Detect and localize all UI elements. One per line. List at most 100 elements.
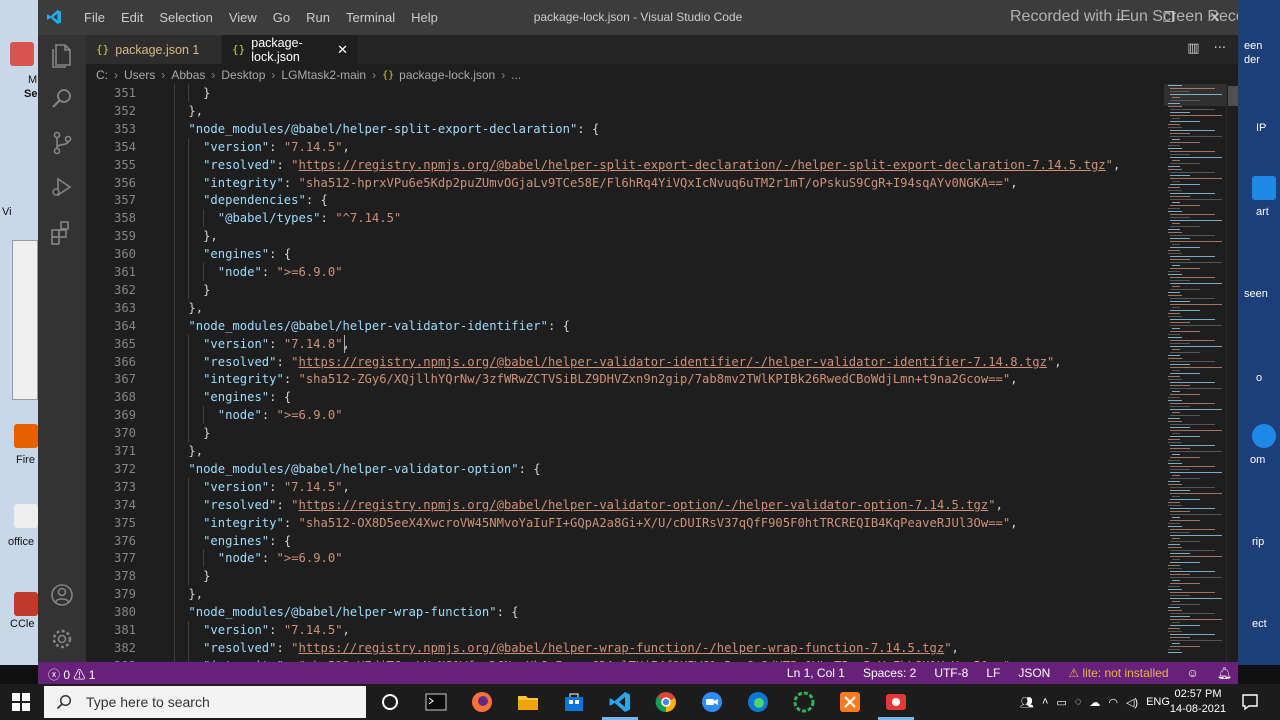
cursor-position[interactable]: Ln 1, Col 1 xyxy=(787,666,845,680)
url-link[interactable]: https://registry.npmjs.org/@babel/helper… xyxy=(299,498,989,512)
status-left[interactable]: ⓧ 0 ⚠ 1 xyxy=(48,666,95,683)
extension-status[interactable]: ⚠ lite: not installed xyxy=(1068,666,1168,680)
code-line[interactable]: 372 "node_modules/@babel/helper-validator… xyxy=(86,459,1226,478)
code-line[interactable]: 366 "resolved": "https://registry.npmjs.o… xyxy=(86,352,1226,371)
code-line[interactable]: 380 "node_modules/@babel/helper-wrap-func… xyxy=(86,603,1226,622)
code-line[interactable]: 368 "engines": { xyxy=(86,388,1226,407)
code-line[interactable]: 363}, xyxy=(86,298,1226,317)
cortana-icon[interactable] xyxy=(378,690,402,714)
code-line[interactable]: 351} xyxy=(86,84,1226,102)
input-language[interactable]: ENG xyxy=(1146,696,1170,708)
menu-terminal[interactable]: Terminal xyxy=(338,10,403,25)
chrome-icon[interactable] xyxy=(654,690,678,714)
scrollbar-thumb[interactable] xyxy=(1228,86,1238,106)
app-icon[interactable] xyxy=(10,42,34,66)
app-icon[interactable] xyxy=(1252,424,1276,448)
edge-icon[interactable] xyxy=(746,690,770,714)
feedback-icon[interactable]: ☺ xyxy=(1187,666,1199,680)
split-editor-icon[interactable]: ▥ xyxy=(1187,41,1199,56)
extensions-icon[interactable] xyxy=(48,219,76,247)
file-explorer-icon[interactable] xyxy=(516,690,540,714)
code-line[interactable]: 364 "node_modules/@babel/helper-validator… xyxy=(86,316,1226,335)
app-icon[interactable] xyxy=(1252,176,1276,200)
office-icon[interactable] xyxy=(14,504,38,528)
windows-start-icon[interactable] xyxy=(12,693,30,711)
search-icon[interactable] xyxy=(48,85,76,113)
menu-file[interactable]: File xyxy=(76,10,113,25)
settings-gear-icon[interactable] xyxy=(48,625,76,653)
url-link[interactable]: https://registry.npmjs.org/@babel/helper… xyxy=(299,641,945,655)
tab-package-lock-json[interactable]: {} package-lock.json ✕ xyxy=(222,35,358,64)
recorder-icon[interactable] xyxy=(884,690,908,714)
code-line[interactable]: 381 "version": "7.14.5", xyxy=(86,621,1226,639)
code-line[interactable]: 379}, xyxy=(86,585,1226,604)
menu-help[interactable]: Help xyxy=(403,10,446,25)
minimap[interactable] xyxy=(1164,84,1226,662)
code-line[interactable]: 374 "resolved": "https://registry.npmjs.o… xyxy=(86,495,1226,514)
breadcrumb-item[interactable]: C: xyxy=(96,68,108,82)
explorer-icon[interactable] xyxy=(48,41,76,69)
close-icon[interactable]: ✕ xyxy=(337,42,348,58)
code-line[interactable]: 376 "engines": { xyxy=(86,531,1226,550)
code-line[interactable]: 356 "integrity": "sha512-hprxVPu6e5Kdp2pu… xyxy=(86,173,1226,192)
code-line[interactable]: 382 "resolved": "https://registry.npmjs.o… xyxy=(86,638,1226,657)
end-of-line[interactable]: LF xyxy=(986,666,1000,680)
language-mode[interactable]: JSON xyxy=(1018,666,1050,680)
code-line[interactable]: 357 "dependencies": { xyxy=(86,191,1226,210)
cloud-icon[interactable]: ☁ xyxy=(1089,696,1100,709)
code-line[interactable]: 378} xyxy=(86,567,1226,586)
url-link[interactable]: https://registry.npmjs.org/@babel/helper… xyxy=(299,158,1106,172)
url-link[interactable]: https://registry.npmjs.org/@babel/helper… xyxy=(299,355,1047,369)
code-editor[interactable]: 351} 352}, 353 "node_modules/@babel/helper-… xyxy=(86,84,1226,662)
chevron-up-icon[interactable]: ˄ xyxy=(1042,696,1048,708)
accounts-icon[interactable] xyxy=(48,581,76,609)
code-line[interactable]: 367 "integrity": "sha512-ZGy6/XQjllhYQrNw… xyxy=(86,370,1226,389)
taskbar-search-box[interactable]: Type here to search xyxy=(44,686,366,718)
firefox-icon[interactable] xyxy=(14,424,38,448)
code-line[interactable]: 375 "integrity": "sha512-OX8D5eeX4XwcroVW… xyxy=(86,513,1226,532)
more-actions-icon[interactable]: ··· xyxy=(1214,41,1226,56)
store-icon[interactable] xyxy=(562,690,586,714)
menu-edit[interactable]: Edit xyxy=(113,10,151,25)
notifications-bell-icon[interactable]: 🔔︎ xyxy=(1217,666,1232,680)
breadcrumb-item[interactable]: package-lock.json xyxy=(399,68,495,82)
menu-view[interactable]: View xyxy=(221,10,265,25)
problems-indicator[interactable]: ⓧ 0 ⚠ 1 xyxy=(48,666,95,683)
breadcrumb-item[interactable]: Users xyxy=(124,68,155,82)
code-line[interactable]: 369 "node": ">=6.9.0" xyxy=(86,406,1226,425)
terminal-icon[interactable] xyxy=(424,690,448,714)
zoom-icon[interactable] xyxy=(700,690,724,714)
code-line[interactable]: 360 "engines": { xyxy=(86,245,1226,264)
tab-package-json[interactable]: {} package.json 1 xyxy=(86,35,221,64)
maximize-icon[interactable]: ❐ xyxy=(1146,0,1192,35)
menu-selection[interactable]: Selection xyxy=(151,10,220,25)
sync-app-icon[interactable] xyxy=(792,690,816,714)
code-line[interactable]: 373 "version": "7.14.5", xyxy=(86,477,1226,496)
code-line[interactable]: 353 "node_modules/@babel/helper-split-exp… xyxy=(86,119,1226,138)
breadcrumb-item[interactable]: ... xyxy=(511,68,521,82)
wifi-icon[interactable]: ◠ xyxy=(1108,696,1118,709)
code-line[interactable]: 361 "node": ">=6.9.0" xyxy=(86,263,1226,281)
minimize-icon[interactable]: — xyxy=(1100,0,1146,35)
encoding[interactable]: UTF-8 xyxy=(934,666,968,680)
vertical-scrollbar[interactable] xyxy=(1226,84,1238,662)
action-center-icon[interactable] xyxy=(1240,692,1260,712)
taskbar-clock[interactable]: 02:57 PM 14-08-2021 xyxy=(1168,687,1228,717)
xampp-icon[interactable] xyxy=(838,690,862,714)
code-line[interactable]: 362} xyxy=(86,280,1226,299)
run-debug-icon[interactable] xyxy=(48,173,76,201)
code-line[interactable]: 365 "version": "7.14.8", xyxy=(86,334,1226,353)
code-line[interactable]: 371}, xyxy=(86,442,1226,460)
breadcrumb-item[interactable]: Desktop xyxy=(221,68,265,82)
vscode-taskbar-icon[interactable] xyxy=(608,690,632,714)
indentation[interactable]: Spaces: 2 xyxy=(863,666,916,680)
firefox-icon[interactable] xyxy=(470,690,494,714)
code-line[interactable]: 377 "node": ">=6.9.0" xyxy=(86,549,1226,568)
ccleaner-icon[interactable] xyxy=(14,592,38,616)
close-window-icon[interactable]: ✕ xyxy=(1192,0,1238,35)
menu-run[interactable]: Run xyxy=(298,10,338,25)
network-icon[interactable]: ◌ xyxy=(1075,696,1082,708)
code-line[interactable]: 352}, xyxy=(86,101,1226,120)
battery-icon[interactable]: ▭ xyxy=(1056,696,1066,709)
code-line[interactable]: 370} xyxy=(86,424,1226,443)
